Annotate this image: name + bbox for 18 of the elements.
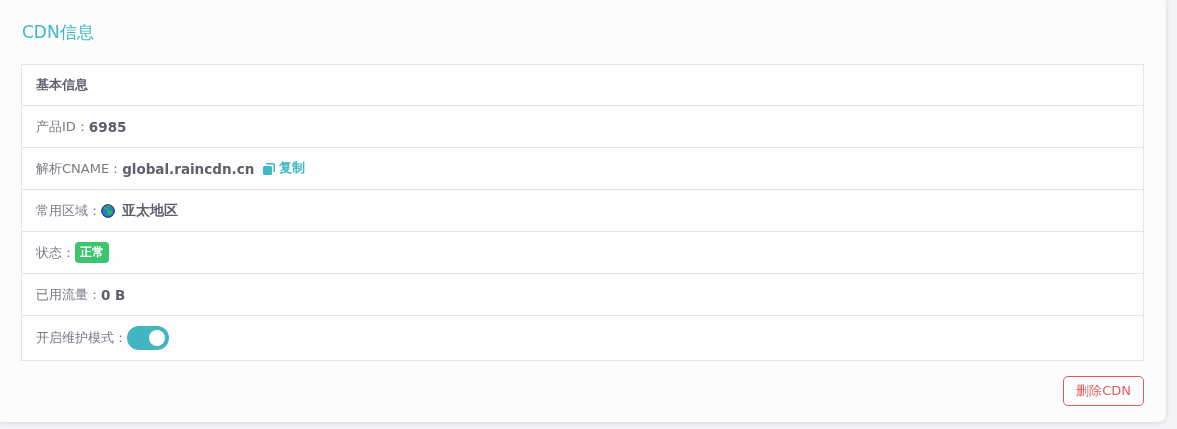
field-label: 常用区域： xyxy=(36,201,101,220)
field-label: 开启维护模式： xyxy=(36,329,127,347)
field-label: 产品ID： xyxy=(36,117,89,136)
delete-button[interactable]: 删除CDN xyxy=(1063,376,1144,406)
field-label: 解析CNAME： xyxy=(36,159,123,178)
field-label: 已用流量： xyxy=(36,285,101,304)
status-badge: 正常 xyxy=(75,242,109,263)
copy-icon xyxy=(263,162,276,175)
field-value: 亚太地区 xyxy=(122,201,178,220)
card-title: CDN信息 xyxy=(22,21,95,44)
field-label: 状态： xyxy=(36,243,75,262)
table-heading: 基本信息 xyxy=(36,76,88,94)
globe-icon xyxy=(101,203,115,218)
field-value: global.raincdn.cn xyxy=(122,160,255,177)
field-value: 6985 xyxy=(88,118,127,135)
toggle-switch[interactable] xyxy=(127,326,169,350)
field-value: 0 B xyxy=(101,286,126,303)
copy-link[interactable]: 复制 xyxy=(263,160,306,177)
